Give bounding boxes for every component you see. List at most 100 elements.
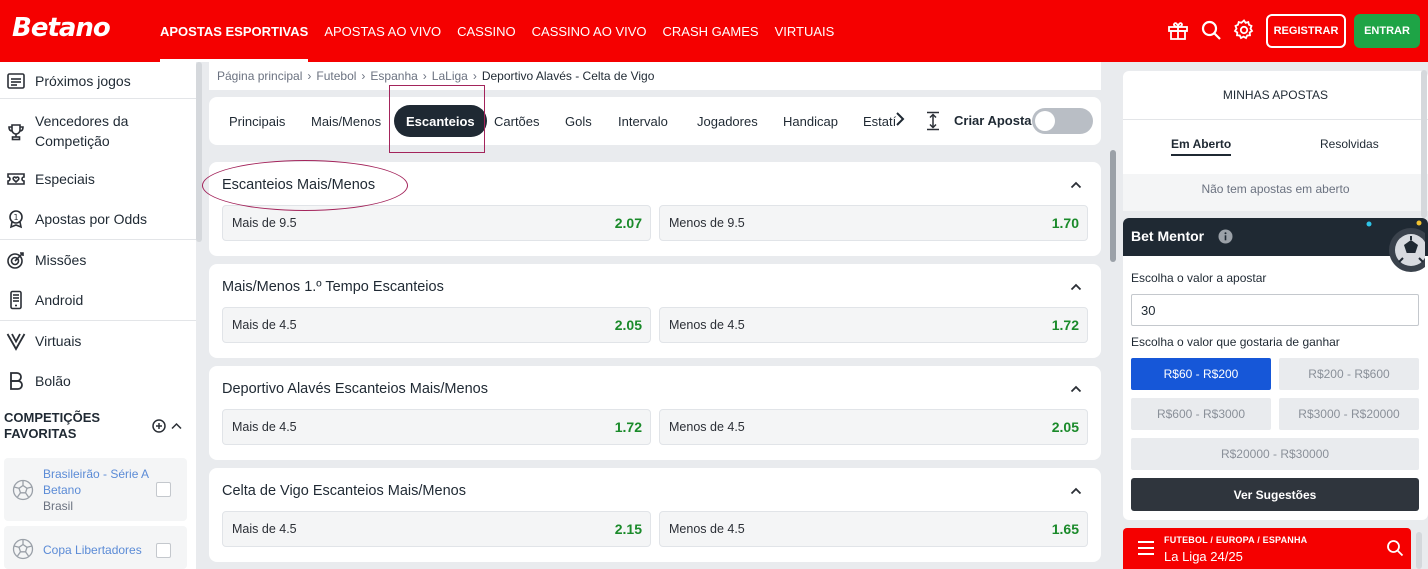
win-label: Escolha o valor que gostaria de ganhar bbox=[1131, 335, 1340, 349]
tab-handicap[interactable]: Handicap bbox=[783, 105, 838, 137]
odd-label: Menos de 4.5 bbox=[669, 318, 745, 332]
create-bet-toggle[interactable] bbox=[1032, 108, 1093, 134]
odd-value: 1.65 bbox=[1051, 521, 1079, 537]
search-icon[interactable] bbox=[1199, 18, 1223, 42]
breadcrumb-separator: › bbox=[307, 69, 312, 83]
market-card: Celta de Vigo Escanteios Mais/Menos Mais… bbox=[209, 468, 1101, 562]
register-button[interactable]: REGISTRAR bbox=[1266, 14, 1346, 48]
sidebar-item-android[interactable]: Android bbox=[0, 290, 196, 310]
sidebar-item-apostas-por-odds[interactable]: 1 Apostas por Odds bbox=[0, 209, 196, 229]
add-circle-icon[interactable] bbox=[152, 419, 166, 433]
stake-input[interactable] bbox=[1131, 294, 1419, 326]
tab-principais[interactable]: Principais bbox=[229, 105, 285, 137]
market-title[interactable]: Celta de Vigo Escanteios Mais/Menos bbox=[222, 483, 466, 499]
info-icon[interactable] bbox=[1218, 229, 1233, 244]
odds-badge-icon: 1 bbox=[9, 210, 23, 229]
tab-em-aberto[interactable]: Em Aberto bbox=[1171, 137, 1232, 156]
football-icon bbox=[12, 538, 34, 560]
search-icon[interactable] bbox=[1386, 539, 1404, 557]
tab-cartoes[interactable]: Cartões bbox=[494, 105, 540, 137]
chevron-up-icon[interactable] bbox=[1069, 178, 1083, 192]
football-illustration-icon bbox=[1366, 220, 1425, 272]
range-option[interactable]: R$600 - R$3000 bbox=[1131, 398, 1271, 430]
right-scrollbar[interactable] bbox=[1421, 70, 1427, 218]
favorite-name[interactable]: Brasileirão - Série A Betano bbox=[43, 466, 153, 498]
odd-button[interactable]: Menos de 4.5 1.72 bbox=[659, 307, 1088, 343]
chevron-up-icon[interactable] bbox=[1069, 280, 1083, 294]
my-bets-empty-message: Não tem apostas em aberto bbox=[1123, 174, 1428, 211]
chevron-up-icon[interactable] bbox=[1069, 484, 1083, 498]
sidebar-item-proximos-jogos[interactable]: Próximos jogos bbox=[0, 71, 196, 91]
breadcrumb-laliga[interactable]: LaLiga bbox=[432, 69, 468, 83]
favorite-checkbox[interactable] bbox=[156, 543, 171, 558]
sidebar-item-vencedores[interactable]: Vencedores da Competição bbox=[0, 111, 196, 151]
tab-estatisticas[interactable]: Estatí bbox=[863, 105, 897, 137]
range-option[interactable]: R$200 - R$600 bbox=[1279, 358, 1419, 390]
market-title[interactable]: Deportivo Alavés Escanteios Mais/Menos bbox=[222, 381, 488, 397]
odd-label: Mais de 4.5 bbox=[232, 318, 297, 332]
nav-apostas-ao-vivo[interactable]: APOSTAS AO VIVO bbox=[324, 0, 441, 62]
favorite-country: Brasil bbox=[43, 499, 74, 513]
league-context-bar[interactable]: FUTEBOL / EUROPA / ESPANHA La Liga 24/25 bbox=[1123, 528, 1411, 569]
favorite-name[interactable]: Copa Libertadores bbox=[43, 542, 153, 558]
see-suggestions-button[interactable]: Ver Sugestões bbox=[1131, 478, 1419, 511]
market-title[interactable]: Mais/Menos 1.º Tempo Escanteios bbox=[222, 279, 444, 295]
odd-button[interactable]: Mais de 4.5 1.72 bbox=[222, 409, 651, 445]
chevron-up-icon[interactable] bbox=[171, 422, 182, 430]
tab-resolvidas[interactable]: Resolvidas bbox=[1320, 137, 1379, 151]
betano-logo[interactable]: Betano bbox=[12, 13, 111, 43]
gear-icon[interactable] bbox=[1232, 18, 1256, 42]
range-option[interactable]: R$60 - R$200 bbox=[1131, 358, 1271, 390]
breadcrumb-separator: › bbox=[361, 69, 366, 83]
divider bbox=[0, 239, 196, 240]
annotation-highlight-box bbox=[389, 85, 485, 153]
my-bets-title: MINHAS APOSTAS bbox=[1222, 88, 1329, 102]
range-option[interactable]: R$20000 - R$30000 bbox=[1131, 438, 1419, 470]
tab-jogadores[interactable]: Jogadores bbox=[697, 105, 758, 137]
sidebar-item-virtuais[interactable]: Virtuais bbox=[0, 331, 196, 351]
nav-virtuais[interactable]: VIRTUAIS bbox=[775, 0, 835, 62]
odd-value: 1.70 bbox=[1051, 215, 1079, 231]
gift-icon[interactable] bbox=[1166, 18, 1190, 42]
breadcrumb-current: Deportivo Alavés - Celta de Vigo bbox=[481, 69, 655, 83]
favorite-item[interactable]: Brasileirão - Série A Betano Brasil bbox=[4, 458, 187, 521]
odd-label: Mais de 4.5 bbox=[232, 420, 297, 434]
breadcrumb-separator: › bbox=[472, 69, 477, 83]
odd-button[interactable]: Menos de 4.5 1.65 bbox=[659, 511, 1088, 547]
sidebar-item-missoes[interactable]: Missões bbox=[0, 250, 196, 270]
favorite-item[interactable]: Copa Libertadores bbox=[4, 526, 187, 569]
favorite-checkbox[interactable] bbox=[156, 482, 171, 497]
login-button[interactable]: ENTRAR bbox=[1354, 14, 1420, 48]
sidebar-item-especiais[interactable]: Especiais bbox=[0, 169, 196, 189]
breadcrumb-espanha[interactable]: Espanha bbox=[370, 69, 417, 83]
context-scrollbar[interactable] bbox=[1416, 532, 1422, 569]
league-path[interactable]: FUTEBOL / EUROPA / ESPANHA bbox=[1164, 535, 1307, 545]
chevron-right-icon[interactable] bbox=[893, 107, 907, 131]
chevron-up-icon[interactable] bbox=[1069, 382, 1083, 396]
odd-button[interactable]: Menos de 4.5 2.05 bbox=[659, 409, 1088, 445]
nav-cassino-ao-vivo[interactable]: CASSINO AO VIVO bbox=[532, 0, 647, 62]
menu-icon[interactable] bbox=[1137, 540, 1155, 556]
virtual-v-icon bbox=[6, 333, 26, 351]
main-scrollbar[interactable] bbox=[1110, 150, 1116, 262]
odd-value: 2.05 bbox=[614, 317, 642, 333]
odd-button[interactable]: Menos de 9.5 1.70 bbox=[659, 205, 1088, 241]
sidebar-scrollbar[interactable] bbox=[196, 62, 202, 242]
odd-button[interactable]: Mais de 4.5 2.05 bbox=[222, 307, 651, 343]
breadcrumb-futebol[interactable]: Futebol bbox=[316, 69, 356, 83]
calendar-list-icon bbox=[7, 73, 25, 89]
nav-cassino[interactable]: CASSINO bbox=[457, 0, 516, 62]
tab-mais-menos[interactable]: Mais/Menos bbox=[311, 105, 381, 137]
svg-text:1: 1 bbox=[13, 213, 18, 222]
odd-button[interactable]: Mais de 4.5 2.15 bbox=[222, 511, 651, 547]
breadcrumb-home[interactable]: Página principal bbox=[217, 69, 302, 83]
nav-crash-games[interactable]: CRASH GAMES bbox=[663, 0, 759, 62]
range-option[interactable]: R$3000 - R$20000 bbox=[1279, 398, 1419, 430]
league-title[interactable]: La Liga 24/25 bbox=[1164, 549, 1243, 564]
expand-vertical-icon bbox=[927, 111, 939, 131]
sidebar-item-bolao[interactable]: Bolão bbox=[0, 371, 196, 391]
tab-gols[interactable]: Gols bbox=[565, 105, 592, 137]
create-bet-label: Criar Aposta bbox=[954, 113, 1032, 128]
tab-intervalo[interactable]: Intervalo bbox=[618, 105, 668, 137]
nav-apostas-esportivas[interactable]: APOSTAS ESPORTIVAS bbox=[160, 0, 309, 62]
